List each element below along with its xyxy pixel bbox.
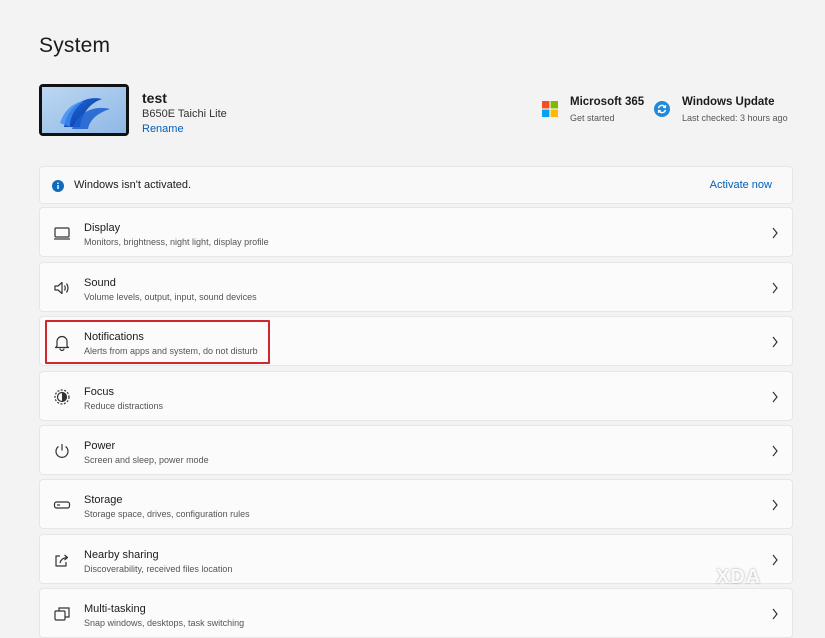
microsoft-365-title: Microsoft 365 bbox=[570, 96, 645, 108]
settings-item-title: Multi-tasking bbox=[84, 603, 146, 615]
chevron-right-icon bbox=[772, 499, 778, 511]
microsoft-logo-icon bbox=[542, 101, 558, 117]
settings-item-subtitle: Screen and sleep, power mode bbox=[84, 455, 209, 465]
settings-item-focus[interactable]: Focus Reduce distractions bbox=[39, 371, 793, 421]
speaker-icon bbox=[54, 281, 69, 295]
activation-banner: Windows isn't activated. Activate now bbox=[39, 166, 793, 204]
settings-item-nearby-sharing[interactable]: Nearby sharing Discoverability, received… bbox=[39, 534, 793, 584]
settings-item-power[interactable]: Power Screen and sleep, power mode bbox=[39, 425, 793, 475]
notifications-highlight-box bbox=[45, 320, 270, 364]
chevron-right-icon bbox=[772, 554, 778, 566]
windows-update-icon bbox=[654, 101, 670, 117]
display-icon bbox=[54, 227, 70, 240]
power-icon bbox=[55, 444, 69, 458]
settings-item-sound[interactable]: Sound Volume levels, output, input, soun… bbox=[39, 262, 793, 312]
chevron-right-icon bbox=[772, 282, 778, 294]
chevron-right-icon bbox=[772, 445, 778, 457]
settings-item-multitasking[interactable]: Multi-tasking Snap windows, desktops, ta… bbox=[39, 588, 793, 638]
storage-icon bbox=[53, 501, 71, 509]
settings-item-title: Sound bbox=[84, 277, 116, 289]
device-thumbnail bbox=[39, 84, 129, 136]
settings-item-subtitle: Reduce distractions bbox=[84, 401, 164, 411]
chevron-right-icon bbox=[772, 608, 778, 620]
focus-icon bbox=[54, 389, 70, 405]
settings-item-subtitle: Snap windows, desktops, task switching bbox=[84, 618, 245, 628]
settings-item-title: Power bbox=[84, 440, 116, 452]
activation-message: Windows isn't activated. bbox=[74, 179, 192, 191]
page-title: System bbox=[39, 34, 111, 57]
info-icon bbox=[52, 180, 64, 192]
settings-item-title: Nearby sharing bbox=[84, 549, 159, 561]
xda-watermark: XDA bbox=[716, 566, 762, 588]
device-model: B650E Taichi Lite bbox=[142, 108, 227, 120]
settings-item-title: Focus bbox=[84, 386, 114, 398]
settings-item-subtitle: Storage space, drives, configuration rul… bbox=[84, 509, 250, 519]
settings-item-title: Display bbox=[84, 222, 121, 234]
microsoft-365-subtitle: Get started bbox=[570, 113, 615, 123]
multitasking-icon bbox=[54, 607, 70, 621]
chevron-right-icon bbox=[772, 391, 778, 403]
windows-update-subtitle: Last checked: 3 hours ago bbox=[682, 113, 788, 123]
share-icon bbox=[55, 554, 69, 567]
settings-item-subtitle: Volume levels, output, input, sound devi… bbox=[84, 292, 257, 302]
rename-link[interactable]: Rename bbox=[142, 123, 184, 135]
device-name: test bbox=[142, 90, 167, 106]
settings-item-subtitle: Discoverability, received files location bbox=[84, 564, 233, 574]
settings-item-display[interactable]: Display Monitors, brightness, night ligh… bbox=[39, 207, 793, 257]
settings-item-subtitle: Monitors, brightness, night light, displ… bbox=[84, 237, 269, 247]
chevron-right-icon bbox=[772, 227, 778, 239]
activate-now-link[interactable]: Activate now bbox=[710, 179, 772, 191]
windows-update-title: Windows Update bbox=[682, 96, 775, 108]
settings-item-storage[interactable]: Storage Storage space, drives, configura… bbox=[39, 479, 793, 529]
windows-bloom-wallpaper bbox=[42, 87, 126, 133]
chevron-right-icon bbox=[772, 336, 778, 348]
settings-item-title: Storage bbox=[84, 494, 123, 506]
